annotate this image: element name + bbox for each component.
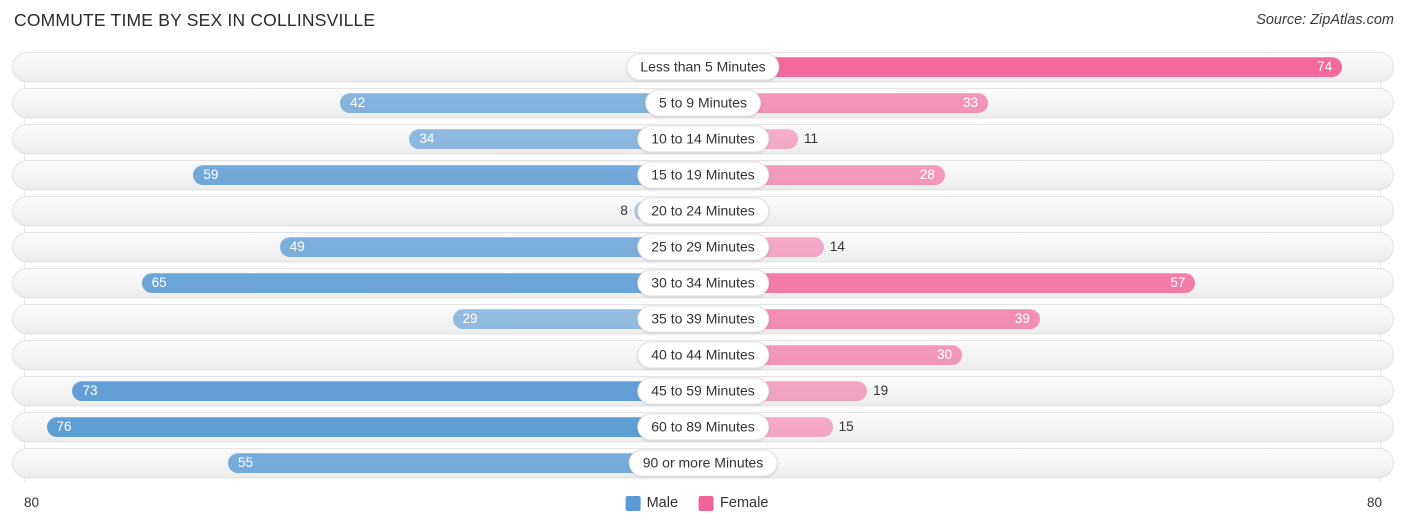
legend-label-female: Female <box>720 495 769 511</box>
table-row[interactable]: 76 15 60 to 89 Minutes <box>12 412 1394 442</box>
category-label: 10 to 14 Minutes <box>637 125 769 153</box>
female-half: 57 <box>703 269 1393 297</box>
male-half: 73 <box>13 377 703 405</box>
axis-tick-right: 80 <box>1366 495 1382 510</box>
male-value-label: 65 <box>151 275 167 290</box>
table-row[interactable]: 55 090 or more Minutes <box>12 448 1394 478</box>
male-bar[interactable] <box>193 165 703 185</box>
male-value-label: 34 <box>419 131 435 146</box>
male-value-label: 55 <box>237 455 253 470</box>
female-half: 0 <box>703 449 1393 477</box>
bar-rows: 0 74 Less than 5 Minutes 42 33 5 to 9 Minutes… <box>12 52 1394 482</box>
table-row[interactable]: 29 39 35 to 39 Minutes <box>12 304 1394 334</box>
female-value-label: 15 <box>838 419 854 434</box>
female-half: 39 <box>703 305 1393 333</box>
female-half: 30 <box>703 341 1393 369</box>
female-value-label: 19 <box>873 383 889 398</box>
male-half: 59 <box>13 161 703 189</box>
category-label: 60 to 89 Minutes <box>637 413 769 441</box>
female-value-label: 30 <box>937 347 953 362</box>
female-value-label: 39 <box>1014 311 1030 326</box>
female-value-label: 11 <box>804 131 819 146</box>
category-label: 45 to 59 Minutes <box>637 377 769 405</box>
chart-container: COMMUTE TIME BY SEX IN COLLINSVILLE Sour… <box>0 0 1406 523</box>
male-value-label: 73 <box>82 383 98 398</box>
legend-item-female[interactable]: Female <box>699 495 768 511</box>
female-bar[interactable] <box>703 273 1196 293</box>
male-value-label: 29 <box>462 311 478 326</box>
chart-legend: Male Female <box>625 495 781 511</box>
male-half: 29 <box>13 305 703 333</box>
female-half: 28 <box>703 161 1393 189</box>
table-row[interactable]: 42 33 5 to 9 Minutes <box>12 88 1394 118</box>
male-half: 4 <box>13 341 703 369</box>
category-label: 15 to 19 Minutes <box>637 161 769 189</box>
male-bar[interactable] <box>72 381 703 401</box>
female-value-label: 28 <box>919 167 935 182</box>
table-row[interactable]: 59 28 15 to 19 Minutes <box>12 160 1394 190</box>
page-title: COMMUTE TIME BY SEX IN COLLINSVILLE <box>14 10 376 30</box>
female-value-label: 74 <box>1317 59 1333 74</box>
chart-axis: 80 80 Male Female <box>12 495 1394 517</box>
male-bar[interactable] <box>46 417 703 437</box>
female-half: 14 <box>703 233 1393 261</box>
female-half: 19 <box>703 377 1393 405</box>
category-label: 90 or more Minutes <box>628 449 778 477</box>
male-half: 76 <box>13 413 703 441</box>
female-half: 15 <box>703 413 1393 441</box>
male-bar[interactable] <box>141 273 703 293</box>
category-label: 25 to 29 Minutes <box>637 233 769 261</box>
category-label: 40 to 44 Minutes <box>637 341 769 369</box>
female-half: 33 <box>703 89 1393 117</box>
male-half: 65 <box>13 269 703 297</box>
table-row[interactable]: 49 14 25 to 29 Minutes <box>12 232 1394 262</box>
legend-label-male: Male <box>646 495 679 511</box>
legend-swatch-female-icon <box>699 495 715 511</box>
legend-item-male[interactable]: Male <box>625 495 679 511</box>
male-half: 8 <box>13 197 703 225</box>
male-half: 42 <box>13 89 703 117</box>
table-row[interactable]: 73 19 45 to 59 Minutes <box>12 376 1394 406</box>
table-row[interactable]: 0 74 Less than 5 Minutes <box>12 52 1394 82</box>
male-value-label: 42 <box>350 95 366 110</box>
female-value-label: 57 <box>1170 275 1186 290</box>
table-row[interactable]: 4 30 40 to 44 Minutes <box>12 340 1394 370</box>
male-half: 49 <box>13 233 703 261</box>
female-value-label: 33 <box>963 95 979 110</box>
male-half: 0 <box>13 53 703 81</box>
female-bar[interactable] <box>703 57 1343 77</box>
chart-header: COMMUTE TIME BY SEX IN COLLINSVILLE Sour… <box>0 0 1406 44</box>
male-value-label: 49 <box>289 239 305 254</box>
table-row[interactable]: 65 57 30 to 34 Minutes <box>12 268 1394 298</box>
male-half: 34 <box>13 125 703 153</box>
category-label: 30 to 34 Minutes <box>637 269 769 297</box>
source-attribution: Source: ZipAtlas.com <box>1256 12 1394 28</box>
category-label: Less than 5 Minutes <box>626 53 780 81</box>
female-half: 74 <box>703 53 1393 81</box>
table-row[interactable]: 34 11 10 to 14 Minutes <box>12 124 1394 154</box>
male-value-label: 76 <box>56 419 72 434</box>
female-half: 4 <box>703 197 1393 225</box>
female-half: 11 <box>703 125 1393 153</box>
category-label: 20 to 24 Minutes <box>637 197 769 225</box>
male-half: 55 <box>13 449 703 477</box>
male-value-label: 8 <box>620 203 628 218</box>
category-label: 5 to 9 Minutes <box>645 89 761 117</box>
male-value-label: 59 <box>203 167 219 182</box>
axis-tick-left: 80 <box>24 495 40 510</box>
table-row[interactable]: 8 420 to 24 Minutes <box>12 196 1394 226</box>
category-label: 35 to 39 Minutes <box>637 305 769 333</box>
legend-swatch-male-icon <box>625 495 641 511</box>
female-value-label: 14 <box>829 239 845 254</box>
